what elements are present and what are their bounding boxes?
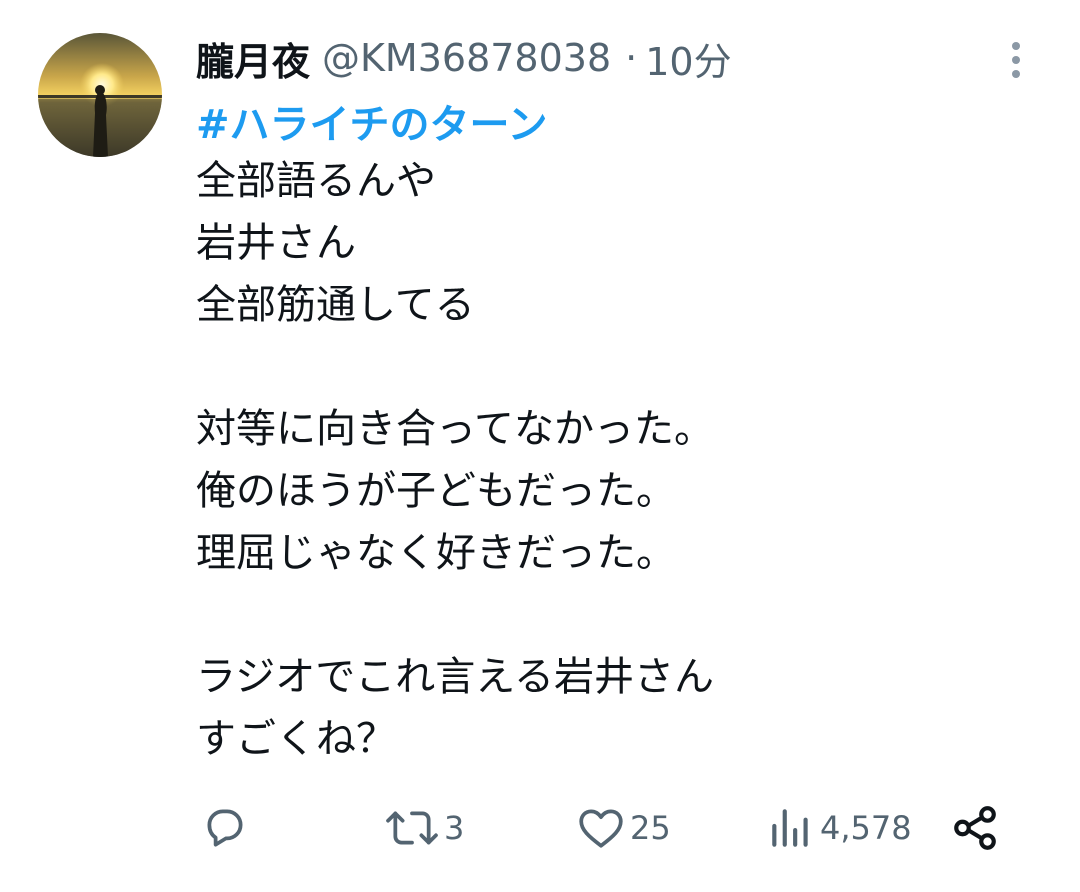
display-name[interactable]: 朧月夜 [196,31,310,86]
retweet-count: 3 [444,809,465,847]
like-button[interactable]: 25 [576,800,671,856]
tweet-header: 朧月夜 @KM36878038 · 10分 [196,30,732,86]
tweet-line [196,336,1016,398]
more-options-icon[interactable] [1004,40,1030,80]
tweet-line [196,584,1016,646]
timestamp[interactable]: 10分 [645,31,731,86]
action-bar: 3 25 4,578 [0,800,1080,856]
reply-button[interactable] [200,800,250,856]
more-dot [1012,70,1020,78]
tweet-line: ラジオでこれ言える岩井さん [196,654,714,700]
views-button[interactable]: 4,578 [766,800,912,856]
avatar[interactable] [38,33,162,157]
bar-chart-icon [772,809,808,847]
tweet-line: 全部語るんや [196,158,436,204]
tweet-line: 対等に向き合ってなかった。 [196,406,714,452]
like-count: 25 [630,809,671,847]
tweet-line: すごくね？ [196,716,396,762]
views-count: 4,578 [820,809,912,847]
hashtag-link[interactable]: #ハライチのターン [196,92,548,150]
share-button[interactable] [950,800,1000,856]
share-icon [954,806,996,850]
heart-icon [579,809,623,848]
tweet-line: 俺のほうが子どもだった。 [196,468,676,514]
tweet: 朧月夜 @KM36878038 · 10分 #ハライチのターン 全部語るんや 岩… [0,0,1080,892]
reply-bubble-icon [207,809,243,847]
avatar-sunset-image [38,33,162,157]
tweet-text: 全部語るんや 岩井さん 全部筋通してる 対等に向き合ってなかった。 俺のほうが子… [196,150,1016,770]
tweet-line: 全部筋通してる [196,282,475,328]
tweet-line: 岩井さん [196,220,356,266]
more-dot [1012,42,1020,50]
retweet-button[interactable]: 3 [384,800,464,856]
retweet-icon [386,811,438,845]
more-dot [1012,56,1020,64]
separator-dot: · [625,36,638,80]
user-handle[interactable]: @KM36878038 [322,36,611,80]
tweet-line: 理屈じゃなく好きだった。 [196,530,676,576]
